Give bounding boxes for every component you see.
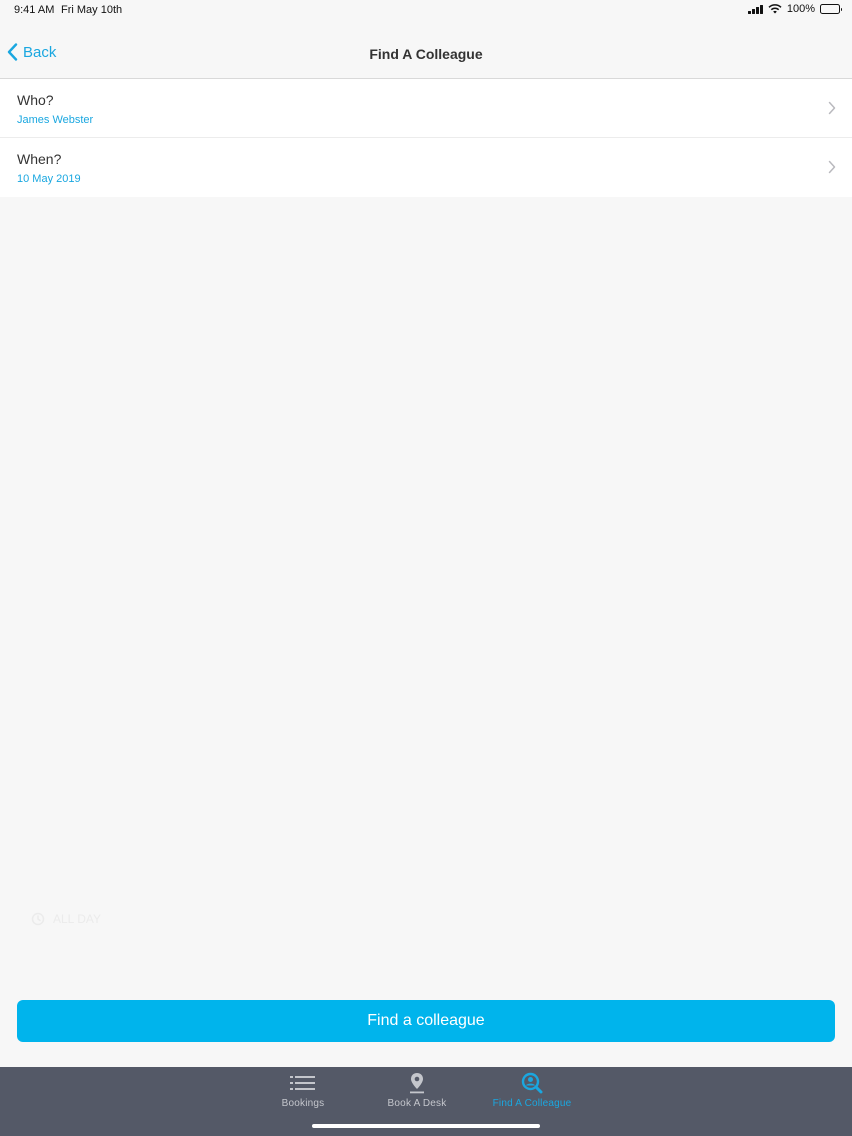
when-row[interactable]: When? 10 May 2019: [0, 138, 852, 197]
navigation-bar: Back Find A Colleague: [0, 22, 852, 79]
who-value: James Webster: [17, 114, 94, 126]
when-value: 10 May 2019: [17, 173, 81, 185]
all-day-label: ALL DAY: [53, 912, 102, 926]
tab-find-a-colleague-label: Find A Colleague: [492, 1098, 572, 1109]
battery-percentage: 100%: [786, 3, 815, 15]
find-colleague-button[interactable]: Find a colleague: [17, 1000, 835, 1042]
clock-icon: [31, 912, 45, 926]
form-list: Who? James Webster When? 10 May 2019: [0, 79, 852, 197]
battery-icon: [820, 4, 842, 14]
chevron-right-icon: [828, 160, 836, 174]
status-bar: 9:41 AM Fri May 10th 100%: [0, 0, 852, 22]
tab-bookings-label: Bookings: [281, 1098, 325, 1109]
tab-book-a-desk-label: Book A Desk: [387, 1098, 447, 1109]
user-search-icon: [521, 1072, 543, 1094]
wifi-icon: [768, 4, 782, 14]
tab-bookings[interactable]: Bookings: [243, 1067, 363, 1117]
location-pin-icon: [409, 1072, 425, 1094]
tab-bar: Bookings Book A Desk Find A Colleague: [0, 1067, 852, 1136]
home-indicator[interactable]: [312, 1124, 540, 1128]
list-icon: [290, 1072, 316, 1094]
tab-find-a-colleague[interactable]: Find A Colleague: [472, 1067, 592, 1117]
who-label: Who?: [17, 92, 54, 108]
status-time: 9:41 AM: [14, 4, 55, 16]
screen: 9:41 AM Fri May 10th 100% Back Find A Co…: [0, 0, 852, 1136]
status-indicators: 100%: [747, 3, 842, 15]
page-title: Find A Colleague: [369, 46, 483, 62]
when-label: When?: [17, 151, 62, 167]
status-date: Fri May 10th: [61, 4, 123, 16]
all-day-indicator: ALL DAY: [31, 912, 101, 926]
chevron-right-icon: [828, 101, 836, 115]
who-row[interactable]: Who? James Webster: [0, 79, 852, 138]
tab-book-a-desk[interactable]: Book A Desk: [357, 1067, 477, 1117]
cellular-signal-icon: [747, 4, 763, 14]
